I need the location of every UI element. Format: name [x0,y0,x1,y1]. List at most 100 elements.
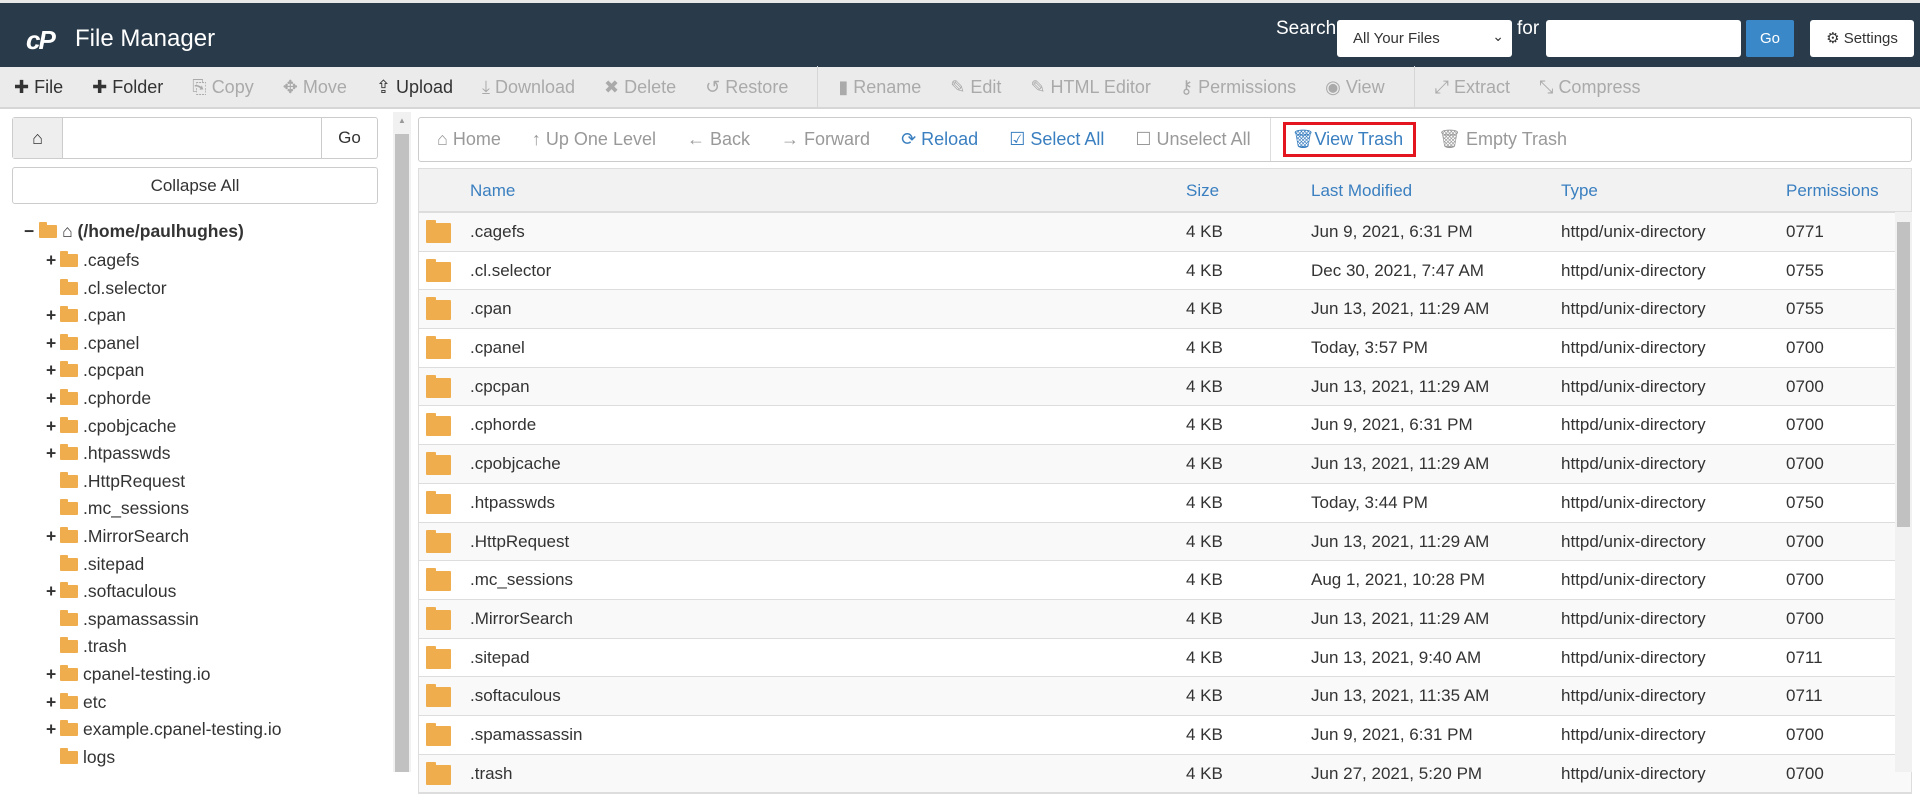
permissions-cell: 0755 [1786,299,1824,319]
path-go-button[interactable]: Go [321,118,377,158]
toolbar-delete-button[interactable]: ✖ Delete [604,77,676,98]
search-scope-select[interactable]: All Your Files ⌄ [1337,20,1512,57]
toolbar-extract-button[interactable]: ⤢ Extract [1435,77,1510,98]
size-cell: 4 KB [1186,608,1223,628]
toolbar-compress-button[interactable]: ⤡ Compress [1539,77,1640,98]
reload-label: Reload [921,129,979,149]
toolbar-folder-button[interactable]: ✚ Folder [92,77,163,98]
toolbar-upload-button[interactable]: ⇪ Upload [376,77,453,98]
back-button[interactable]: ← Back [687,129,750,150]
table-row[interactable]: .cpan 4 KB Jun 13, 2021, 11:29 AM httpd/uni… [419,290,1911,330]
tree-item[interactable]: .spamassassin [12,606,378,634]
tree-item[interactable]: .HttpRequest [12,468,378,496]
table-row[interactable]: .cl.selector 4 KB Dec 30, 2021, 7:47 AM htt… [419,252,1911,291]
reload-button[interactable]: ⟳ Reload [901,129,978,150]
search-go-button[interactable]: Go [1746,20,1794,57]
toolbar-file-button[interactable]: ✚ File [14,77,63,98]
toolbar-permissions-button[interactable]: ⚷ Permissions [1180,77,1296,98]
tree-item[interactable]: + .cagefs [12,247,378,275]
expand-icon[interactable]: + [46,247,60,275]
home-button[interactable]: ⌂ Home [437,129,501,150]
toolbar-copy-button[interactable]: ⎘ Copy [192,77,253,98]
expand-icon[interactable]: + [46,578,60,606]
home-icon[interactable]: ⌂ [13,118,63,158]
tree-item[interactable]: .cl.selector [12,275,378,303]
tree-item[interactable]: + etc [12,689,378,717]
column-header-size[interactable]: Size [1186,169,1219,213]
unselect-all-button[interactable]: ☐ Unselect All [1135,129,1250,150]
size-cell: 4 KB [1186,415,1223,435]
settings-button[interactable]: ⚙ Settings [1810,20,1914,57]
tree-item[interactable]: + .cpanel [12,330,378,358]
table-row[interactable]: .cagefs 4 KB Jun 9, 2021, 6:31 PM httpd/uni… [419,213,1911,252]
table-row[interactable]: .HttpRequest 4 KB Jun 13, 2021, 11:29 AM ht… [419,522,1911,562]
table-row[interactable]: .cpobjcache 4 KB Jun 13, 2021, 11:29 AM htt… [419,445,1911,484]
tree-item[interactable]: + .cpobjcache [12,413,378,441]
tree-item[interactable]: + .MirrorSearch [12,523,378,551]
scroll-up-arrow-icon[interactable]: ▲ [398,116,406,125]
tree-item[interactable]: + .softaculous [12,578,378,606]
scrollbar-thumb[interactable] [1897,222,1910,527]
tree-item[interactable]: + .htpasswds [12,440,378,468]
tree-item[interactable]: .trash [12,633,378,661]
expand-icon[interactable]: + [46,440,60,468]
table-row[interactable]: .softaculous 4 KB Jun 13, 2021, 11:35 AM ht… [419,677,1911,716]
sidebar-scrollbar[interactable]: ▲ [393,112,411,772]
tree-item[interactable]: + .cpcpan [12,357,378,385]
table-row[interactable]: .sitepad 4 KB Jun 13, 2021, 9:40 AM httpd/u… [419,639,1911,678]
expand-icon[interactable]: + [46,413,60,441]
toolbar-rename-button[interactable]: ▮ Rename [838,77,921,98]
tree-item[interactable]: + .cpan [12,302,378,330]
expand-icon[interactable]: + [46,716,60,744]
expand-icon[interactable]: + [46,357,60,385]
tree-item[interactable]: + .cphorde [12,385,378,413]
size-cell: 4 KB [1186,763,1223,783]
table-row[interactable]: .spamassassin 4 KB Jun 9, 2021, 6:31 PM htt… [419,716,1911,755]
table-scrollbar[interactable] [1895,212,1912,772]
scrollbar-thumb[interactable] [395,134,409,772]
toolbar-restore-button[interactable]: ↺ Restore [705,77,788,98]
table-row[interactable]: .cpcpan 4 KB Jun 13, 2021, 11:29 AM httpd/u… [419,367,1911,407]
column-header-permissions[interactable]: Permissions [1786,169,1879,213]
tree-item[interactable]: logs [12,744,378,772]
collapse-all-button[interactable]: Collapse All [12,167,378,204]
expand-icon[interactable]: + [46,523,60,551]
view-trash-button[interactable]: 🗑View Trash [1282,122,1417,157]
tree-item[interactable]: .mc_sessions [12,495,378,523]
expand-icon[interactable]: + [46,302,60,330]
toolbar-download-button[interactable]: ⤓ Download [482,77,575,98]
select-all-button[interactable]: ☑ Select All [1009,129,1104,150]
tree-item-label: example.cpanel-testing.io [83,719,282,740]
path-input[interactable] [63,118,321,158]
table-row[interactable]: .mc_sessions 4 KB Aug 1, 2021, 10:28 PM htt… [419,561,1911,600]
column-header-name[interactable]: Name [470,169,515,213]
expand-icon[interactable]: + [46,385,60,413]
toolbar-move-button[interactable]: ✥ Move [283,77,347,98]
table-row[interactable]: .htpasswds 4 KB Today, 3:44 PM httpd/unix-d… [419,484,1911,523]
column-header-type[interactable]: Type [1561,169,1598,213]
toolbar-view-button[interactable]: ◉ View [1325,77,1384,98]
toolbar-html-editor-button[interactable]: ✎ HTML Editor [1030,77,1150,98]
table-row[interactable]: .trash 4 KB Jun 27, 2021, 5:20 PM httpd/uni… [419,754,1911,794]
tree-item[interactable]: + cpanel-testing.io [12,661,378,689]
tree-root[interactable]: − ⌂ (/home/paulhughes) [12,221,378,247]
tree-item[interactable]: + example.cpanel-testing.io [12,716,378,744]
expand-icon[interactable]: + [46,330,60,358]
toolbar-label: Upload [395,76,453,97]
table-row[interactable]: .cpanel 4 KB Today, 3:57 PM httpd/unix-dire… [419,329,1911,368]
expand-icon[interactable]: + [46,689,60,717]
collapse-icon[interactable]: − [24,221,39,241]
forward-button[interactable]: → Forward [781,129,870,150]
folder-icon [60,416,78,433]
empty-trash-button[interactable]: 🗑 Empty Trash [1438,129,1567,150]
cpanel-logo[interactable]: cP [26,25,56,56]
toolbar-edit-button[interactable]: ✎ Edit [950,77,1001,98]
column-header-last-modified[interactable]: Last Modified [1311,169,1412,213]
up-one-level-button[interactable]: ↑ Up One Level [532,129,656,150]
table-row[interactable]: .MirrorSearch 4 KB Jun 13, 2021, 11:29 AM h… [419,599,1911,639]
search-input[interactable] [1546,20,1741,57]
tree-item[interactable]: .sitepad [12,551,378,579]
folder-icon-cell [426,716,456,759]
expand-icon[interactable]: + [46,661,60,689]
table-row[interactable]: .cphorde 4 KB Jun 9, 2021, 6:31 PM httpd/un… [419,406,1911,446]
